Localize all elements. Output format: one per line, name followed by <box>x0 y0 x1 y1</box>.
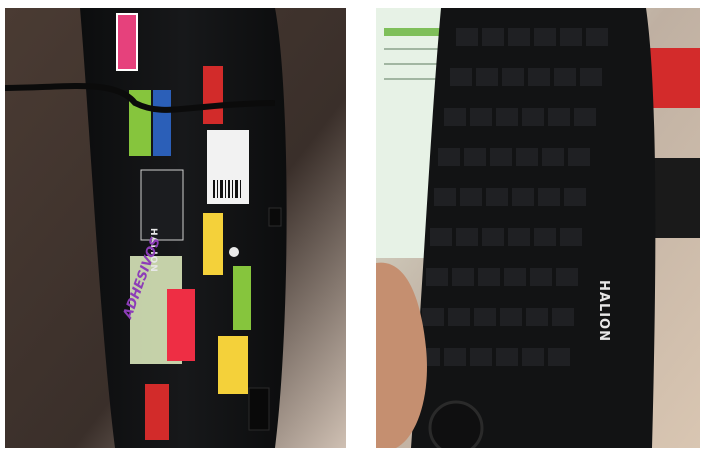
pink-sticker <box>116 13 138 71</box>
yellow-sticker-top <box>203 213 223 275</box>
red-sticker-bottom <box>145 384 169 440</box>
photo-keyboard-front <box>376 8 700 448</box>
scroll-wheel <box>428 400 484 448</box>
photo-keyboard-underside: HALION ADHESIVOS <box>5 8 346 448</box>
tilt-leg <box>248 387 270 431</box>
yellow-sticker-bottom <box>218 336 248 394</box>
keyboard-underside-illustration <box>5 8 346 448</box>
red-sticker-middle <box>167 289 195 361</box>
blue-sticker <box>153 90 171 156</box>
red-sticker <box>203 66 223 124</box>
rubber-foot-top <box>268 207 282 227</box>
white-dot <box>229 247 239 257</box>
brand-label-right: HALION <box>596 280 611 342</box>
green-sticker-lower <box>233 266 251 330</box>
keyboard-front-illustration <box>376 8 700 448</box>
